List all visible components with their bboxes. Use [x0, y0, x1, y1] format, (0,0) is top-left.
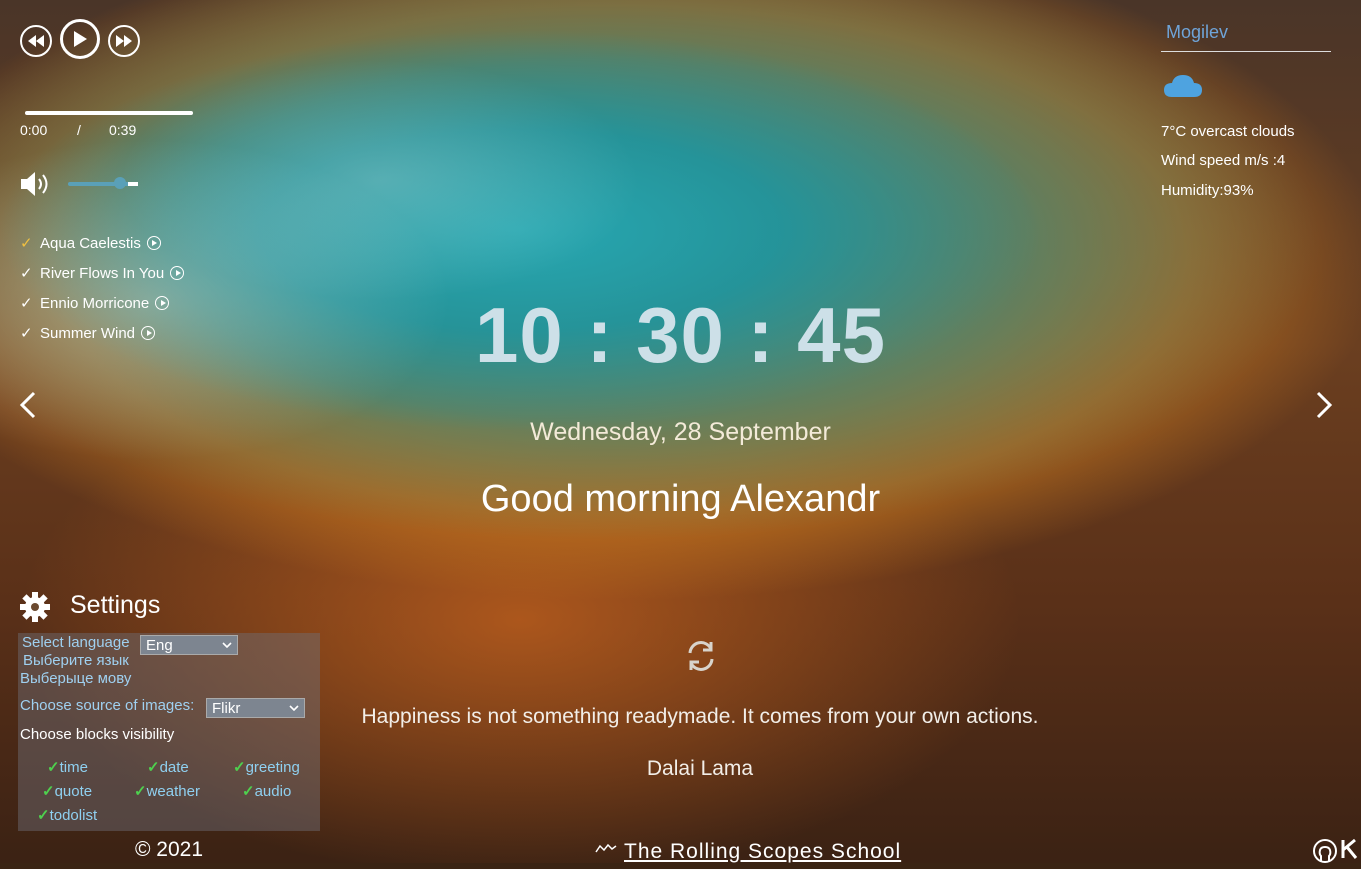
check-icon: ✓	[42, 783, 55, 800]
weather-wind: Wind speed m/s :4	[1161, 152, 1286, 169]
toggle-date[interactable]: ✓date	[147, 758, 189, 776]
settings-button[interactable]	[19, 591, 51, 628]
k-logo-icon	[1341, 838, 1358, 859]
next-track-button[interactable]	[108, 25, 140, 57]
volume-slider-end	[128, 182, 138, 186]
fast-forward-icon	[116, 35, 132, 47]
toggle-weather[interactable]: ✓weather	[134, 782, 200, 800]
cloud-icon	[1163, 72, 1203, 103]
github-icon	[1313, 839, 1337, 863]
play-item-icon[interactable]	[146, 236, 161, 250]
language-label-ru: Выберите язык	[23, 652, 129, 669]
track-title: Aqua Caelestis	[40, 234, 141, 252]
chevron-right-icon	[1316, 391, 1333, 419]
settings-title[interactable]: Settings	[70, 591, 160, 620]
check-icon: ✓	[147, 759, 160, 776]
language-select-value: Eng	[146, 636, 173, 654]
toggle-label: quote	[54, 783, 93, 800]
toggle-label: audio	[254, 783, 292, 800]
weather-humidity: Humidity:93%	[1161, 182, 1254, 199]
check-icon: ✓	[233, 759, 246, 776]
image-source-label: Choose source of images:	[20, 697, 195, 714]
current-time: 0:00	[20, 122, 48, 138]
city-input[interactable]: Mogilev	[1161, 22, 1331, 52]
toggle-label: todolist	[49, 807, 98, 824]
check-icon: ✓	[242, 783, 255, 800]
playlist-item[interactable]: ✓ Aqua Caelestis	[20, 234, 161, 252]
prev-track-button[interactable]	[20, 25, 52, 57]
greeting[interactable]: Good morning Alexandr	[0, 478, 1361, 521]
rs-school-logo	[594, 842, 618, 861]
check-icon: ✓	[134, 783, 147, 800]
toggle-todolist[interactable]: ✓todolist	[37, 806, 97, 824]
toggle-label: weather	[146, 783, 200, 800]
language-select[interactable]: Eng	[140, 635, 238, 655]
chevron-down-icon	[222, 642, 232, 648]
image-source-value: Flikr	[212, 699, 241, 717]
language-label: Select language	[22, 634, 130, 651]
quote-text: Happiness is not something readymade. It…	[361, 705, 1039, 728]
check-icon: ✓	[20, 235, 33, 252]
gear-icon	[20, 592, 50, 622]
play-item-icon[interactable]	[170, 266, 185, 280]
toggle-greeting[interactable]: ✓greeting	[233, 758, 300, 776]
image-source-select[interactable]: Flikr	[206, 698, 305, 718]
volume-button[interactable]	[19, 170, 53, 198]
volume-slider-handle[interactable]	[114, 177, 126, 189]
track-title: River Flows In You	[40, 264, 165, 282]
toggle-audio[interactable]: ✓audio	[242, 782, 291, 800]
progress-bar[interactable]	[25, 111, 193, 115]
github-link[interactable]	[1312, 838, 1338, 869]
play-icon	[74, 31, 87, 47]
toggle-time[interactable]: ✓time	[47, 758, 88, 776]
speaker-icon	[21, 172, 48, 196]
toggle-label: greeting	[245, 759, 300, 776]
toggle-label: time	[59, 759, 88, 776]
rs-school-link[interactable]: The Rolling Scopes School	[624, 840, 901, 864]
rewind-icon	[28, 35, 44, 47]
refresh-icon	[688, 641, 714, 671]
check-icon: ✓	[47, 759, 60, 776]
course-logo[interactable]	[1340, 838, 1361, 865]
language-label-be: Выберыце мову	[20, 670, 132, 687]
date: Wednesday, 28 September	[530, 418, 831, 446]
copyright: © 2021	[135, 838, 204, 861]
play-button[interactable]	[60, 19, 100, 59]
check-icon: ✓	[37, 807, 50, 824]
toggle-quote[interactable]: ✓quote	[42, 782, 92, 800]
chevron-left-icon	[19, 391, 36, 419]
weather-temperature: 7°C overcast clouds	[1161, 123, 1295, 140]
clock: 10 : 30 : 45	[475, 291, 886, 379]
check-icon: ✓	[20, 265, 33, 282]
change-quote-button[interactable]	[684, 639, 718, 678]
visibility-label: Choose blocks visibility	[20, 726, 175, 743]
duration: 0:39	[109, 122, 137, 138]
playlist-item[interactable]: ✓ River Flows In You	[20, 264, 185, 282]
toggle-label: date	[159, 759, 189, 776]
time-separator: /	[77, 122, 81, 138]
quote-author: Dalai Lama	[646, 757, 754, 780]
chevron-down-icon	[289, 705, 299, 711]
